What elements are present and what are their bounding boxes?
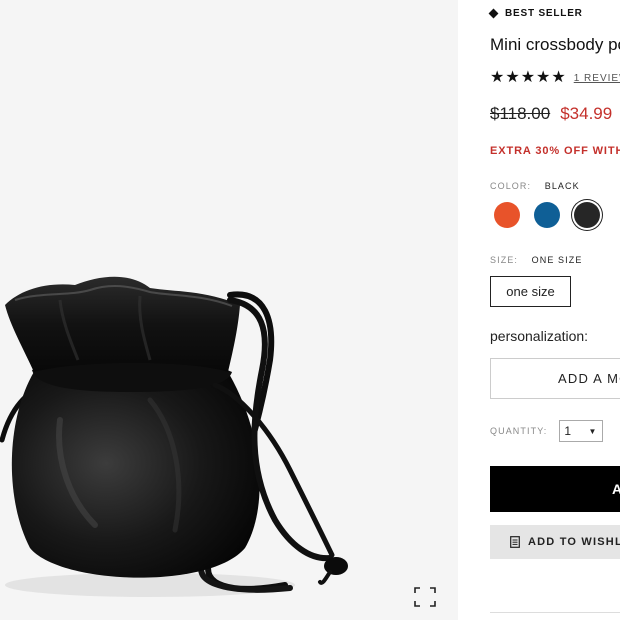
badge-label: BEST SELLER <box>505 8 583 19</box>
add-monogram-button[interactable]: ADD A MONOGRAM <box>490 358 620 399</box>
add-to-wishlist-button[interactable]: ADD TO WISHLIST <box>490 525 620 559</box>
divider <box>490 612 620 613</box>
product-image[interactable] <box>0 0 458 620</box>
wishlist-icon <box>510 536 520 548</box>
original-price: $118.00 <box>490 104 551 123</box>
color-value: BLACK <box>544 181 580 191</box>
add-to-bag-button[interactable]: ADD TO BAG <box>490 466 620 512</box>
star-icon: ★ <box>505 69 520 86</box>
sale-price: $34.99 <box>560 104 613 123</box>
quantity-value: 1 <box>564 424 572 438</box>
star-rating: ★ ★ ★ ★ ★ <box>490 70 566 86</box>
size-option-label: SIZE: ONE SIZE <box>490 255 582 265</box>
personalization-label: personalization: <box>490 328 589 344</box>
swatch-orange[interactable] <box>494 202 520 228</box>
product-details-panel: BEST SELLER Mini crossbody pouch ★ ★ ★ ★… <box>458 0 620 620</box>
swatch-blue[interactable] <box>534 202 560 228</box>
star-icon: ★ <box>536 69 551 86</box>
star-icon: ★ <box>520 69 536 86</box>
quantity-label: QUANTITY: <box>490 426 548 436</box>
product-image-pane <box>0 0 458 620</box>
size-value: ONE SIZE <box>531 255 583 265</box>
product-title: Mini crossbody pouch <box>490 35 620 54</box>
swatch-black[interactable] <box>574 202 600 228</box>
color-swatches <box>494 202 600 228</box>
quantity-row: QUANTITY: 1 ▼ <box>490 420 604 442</box>
chevron-down-icon: ▼ <box>588 426 597 436</box>
promo-message: EXTRA 30% OFF WITH CODE <box>490 145 620 157</box>
size-label: SIZE: <box>490 255 519 265</box>
diamond-icon <box>488 8 499 19</box>
star-icon: ★ <box>551 69 566 86</box>
size-one-size-button[interactable]: one size <box>490 276 571 307</box>
quantity-select[interactable]: 1 ▼ <box>559 420 604 442</box>
price-row: $118.00 $34.99 <box>490 104 612 124</box>
best-seller-badge: BEST SELLER <box>488 8 583 19</box>
wishlist-label: ADD TO WISHLIST <box>528 536 620 548</box>
star-icon: ★ <box>490 69 505 86</box>
color-option-label: COLOR: BLACK <box>490 181 580 191</box>
color-label: COLOR: <box>490 181 532 191</box>
rating-row: ★ ★ ★ ★ ★ 1 REVIEW <box>490 70 620 86</box>
reviews-link[interactable]: 1 REVIEW <box>574 73 620 84</box>
expand-icon <box>414 587 436 607</box>
zoom-button[interactable] <box>408 582 442 612</box>
